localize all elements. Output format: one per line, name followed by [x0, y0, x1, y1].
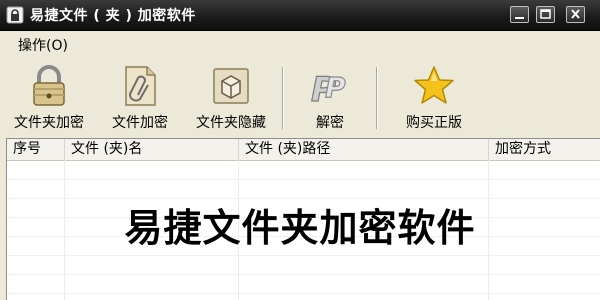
- p-logo-icon: P P: [310, 69, 346, 109]
- row-divider: [7, 179, 600, 180]
- close-icon: [571, 9, 580, 19]
- menu-bar: 操作(O): [0, 31, 600, 55]
- menu-operate[interactable]: 操作(O): [18, 35, 68, 55]
- paper-clip-document-icon: [125, 66, 156, 106]
- column-header-path[interactable]: 文件 (夹)路径: [239, 139, 489, 160]
- folder-hide-label: 文件夹隐藏: [196, 115, 266, 131]
- minimize-icon: [515, 17, 524, 19]
- column-header-method[interactable]: 加密方式: [489, 139, 600, 160]
- title-bar: 易捷文件 ( 夹 ) 加密软件: [0, 0, 600, 31]
- box-icon: [213, 68, 249, 104]
- padlock-icon: [33, 65, 65, 106]
- row-divider: [7, 274, 600, 275]
- close-button[interactable]: [566, 6, 585, 23]
- window-title: 易捷文件 ( 夹 ) 加密软件: [30, 8, 196, 24]
- buy-button[interactable]: 购买正版: [392, 57, 476, 137]
- folder-encrypt-label: 文件夹加密: [14, 115, 84, 131]
- toolbar: 文件夹加密 文件加密 文件夹隐藏 P P 解密 购买正版: [0, 57, 600, 137]
- row-divider: [7, 293, 600, 294]
- buy-label: 购买正版: [406, 115, 462, 131]
- row-divider: [7, 255, 600, 256]
- folder-encrypt-button[interactable]: 文件夹加密: [6, 57, 92, 137]
- table-header: 序号 文件 (夹)名 文件 (夹)路径 加密方式: [7, 139, 600, 161]
- column-header-name[interactable]: 文件 (夹)名: [65, 139, 239, 160]
- folder-hide-button[interactable]: 文件夹隐藏: [188, 57, 274, 137]
- toolbar-separator: [376, 67, 378, 129]
- minimize-button[interactable]: [510, 6, 529, 23]
- decrypt-label: 解密: [316, 115, 344, 131]
- app-window: 易捷文件 ( 夹 ) 加密软件 操作(O) 文件夹加密 文件加密 文件夹隐藏 P…: [0, 0, 600, 300]
- overlay-caption: 易捷文件夹加密软件: [124, 206, 476, 250]
- file-encrypt-button[interactable]: 文件加密: [104, 57, 176, 137]
- app-logo-icon: [6, 6, 24, 24]
- decrypt-button[interactable]: P P 解密: [300, 57, 360, 137]
- star-icon: [414, 66, 454, 104]
- toolbar-separator: [282, 67, 284, 129]
- maximize-icon: [540, 9, 551, 19]
- column-header-index[interactable]: 序号: [7, 139, 65, 160]
- file-encrypt-label: 文件加密: [112, 115, 168, 131]
- svg-text:P: P: [325, 71, 346, 104]
- maximize-button[interactable]: [536, 6, 555, 23]
